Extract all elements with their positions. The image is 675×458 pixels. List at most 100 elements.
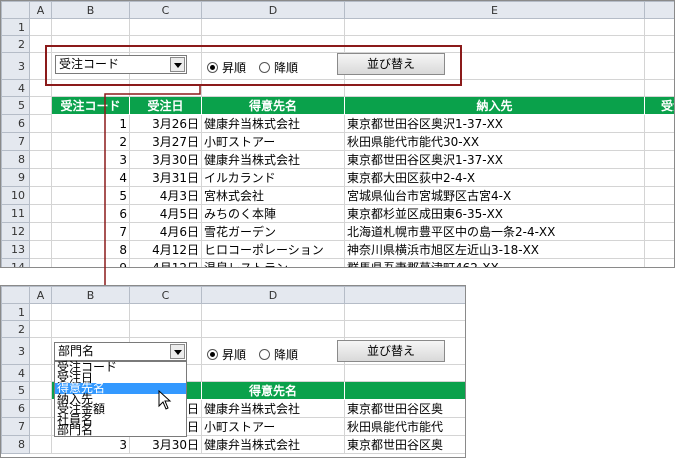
cell[interactable]: 9 (51, 258, 130, 267)
header-delivery[interactable] (344, 381, 465, 400)
row-header[interactable]: 3 (1, 52, 30, 80)
sort-button[interactable]: 並び替え (337, 340, 445, 362)
header-delivery[interactable]: 納入先 (344, 96, 645, 115)
cell[interactable]: 健康弁当株式会社 (201, 399, 345, 418)
cell[interactable]: 4 (51, 168, 130, 187)
row-header[interactable]: 2 (1, 320, 30, 338)
row-header[interactable]: 1 (1, 18, 30, 36)
cell[interactable]: 小町ストアー (201, 132, 345, 151)
cell[interactable]: 1 (644, 114, 674, 133)
cell[interactable]: 東京都世田谷区奥 (344, 399, 465, 418)
cell[interactable]: 4月3日 (129, 186, 202, 205)
column-header-e[interactable]: E (344, 1, 645, 19)
cell[interactable]: 3 (51, 150, 130, 169)
row-header[interactable]: 7 (1, 417, 30, 436)
header-customer[interactable]: 得意先名 (201, 96, 345, 115)
column-header-d[interactable]: D (201, 1, 345, 19)
row-header[interactable]: 13 (1, 240, 30, 259)
chevron-down-icon[interactable] (170, 344, 185, 359)
cell[interactable]: 宮城県仙台市宮城野区古宮4-X (344, 186, 645, 205)
column-header-f[interactable] (644, 1, 674, 19)
row-header[interactable]: 6 (1, 399, 30, 418)
column-header-e[interactable] (344, 286, 465, 304)
row-header[interactable]: 10 (1, 186, 30, 205)
row-header[interactable]: 6 (1, 114, 30, 133)
cell[interactable]: ヒロコーポレーション (201, 240, 345, 259)
cell[interactable]: 4月12日 (129, 240, 202, 259)
cell[interactable]: 健康弁当株式会社 (201, 114, 345, 133)
header-customer[interactable]: 得意先名 (201, 381, 345, 400)
column-header-b[interactable]: B (51, 286, 130, 304)
cell[interactable]: 2 (51, 132, 130, 151)
row-header[interactable]: 4 (1, 364, 30, 382)
cell[interactable]: 4月6日 (129, 222, 202, 241)
cell[interactable]: 神奈川県横浜市旭区左近山3-18-XX (344, 240, 645, 259)
cell[interactable] (644, 240, 674, 259)
row-header[interactable]: 2 (1, 35, 30, 53)
row-header[interactable]: 7 (1, 132, 30, 151)
cell[interactable]: イルカランド (201, 168, 345, 187)
cell[interactable] (644, 204, 674, 223)
sort-button[interactable]: 並び替え (337, 53, 445, 75)
column-header-a[interactable]: A (29, 1, 52, 19)
cell[interactable]: 秋田県能代市能代 (344, 417, 465, 436)
column-header-c[interactable]: C (129, 286, 202, 304)
row-header[interactable]: 8 (1, 435, 30, 454)
column-header-b[interactable]: B (51, 1, 130, 19)
corner-cell[interactable] (1, 1, 30, 19)
cell[interactable]: 健康弁当株式会社 (201, 150, 345, 169)
cell[interactable]: 1 (51, 114, 130, 133)
sort-field-combo[interactable]: 部門名 (54, 342, 187, 361)
corner-cell[interactable] (1, 286, 30, 304)
cell[interactable]: 東京都世田谷区奥沢1-37-XX (344, 114, 645, 133)
cell[interactable]: 小町ストアー (201, 417, 345, 436)
dropdown-option[interactable]: 部門名 (55, 424, 186, 435)
sort-field-combo[interactable]: 受注コード (55, 55, 187, 74)
cell[interactable] (644, 222, 674, 241)
cell[interactable]: 東京都大田区荻中2-4-X (344, 168, 645, 187)
cell[interactable]: 1 (644, 132, 674, 151)
row-header[interactable]: 8 (1, 150, 30, 169)
cell[interactable] (644, 186, 674, 205)
row-header[interactable]: 12 (1, 222, 30, 241)
cell[interactable]: 北海道札幌市豊平区中の島一条2-4-XX (344, 222, 645, 241)
radio-ascending[interactable]: 昇順 (207, 346, 246, 363)
cell[interactable]: 5 (51, 186, 130, 205)
cell[interactable]: 1 (644, 168, 674, 187)
row-header[interactable]: 11 (1, 204, 30, 223)
row-header[interactable]: 5 (1, 96, 30, 115)
cell[interactable]: 健康弁当株式会社 (201, 435, 345, 454)
radio-ascending[interactable]: 昇順 (207, 59, 246, 76)
row-header[interactable]: 1 (1, 303, 30, 321)
cell[interactable]: 4月12日 (129, 258, 202, 267)
cell[interactable]: 3月27日 (129, 132, 202, 151)
cell[interactable]: 雪花ガーデン (201, 222, 345, 241)
row-header[interactable]: 9 (1, 168, 30, 187)
radio-descending[interactable]: 降順 (259, 59, 298, 76)
cell[interactable]: 3月31日 (129, 168, 202, 187)
column-header-d[interactable]: D (201, 286, 345, 304)
cell[interactable]: 1 (644, 150, 674, 169)
header-order-code[interactable]: 受注コード (51, 96, 130, 115)
cell[interactable]: 3月26日 (129, 114, 202, 133)
radio-descending[interactable]: 降順 (259, 346, 298, 363)
cell[interactable]: 秋田県能代市能代30-XX (344, 132, 645, 151)
column-header-c[interactable]: C (129, 1, 202, 19)
cell[interactable]: 東京都世田谷区奥沢1-37-XX (344, 150, 645, 169)
chevron-down-icon[interactable] (170, 57, 185, 72)
row-header[interactable]: 3 (1, 337, 30, 365)
cell[interactable]: 4月5日 (129, 204, 202, 223)
cell[interactable]: みちのく本陣 (201, 204, 345, 223)
cell[interactable]: 東京都世田谷区奥 (344, 435, 465, 454)
row-header[interactable]: 4 (1, 79, 30, 97)
cell[interactable]: 3 (51, 435, 130, 454)
header-order-date[interactable]: 受注日 (129, 96, 202, 115)
cell[interactable]: 群馬県吾妻郡草津町462-XX (344, 258, 645, 267)
cell[interactable]: 温泉レストラン (201, 258, 345, 267)
cell[interactable]: 東京都杉並区成田東6-35-XX (344, 204, 645, 223)
row-header[interactable]: 5 (1, 381, 30, 400)
cell[interactable]: 宮林式会社 (201, 186, 345, 205)
cell[interactable]: 3月30日 (129, 150, 202, 169)
cell[interactable]: 3月30日 (129, 435, 202, 454)
header-order-amount[interactable]: 受注 (644, 96, 674, 115)
